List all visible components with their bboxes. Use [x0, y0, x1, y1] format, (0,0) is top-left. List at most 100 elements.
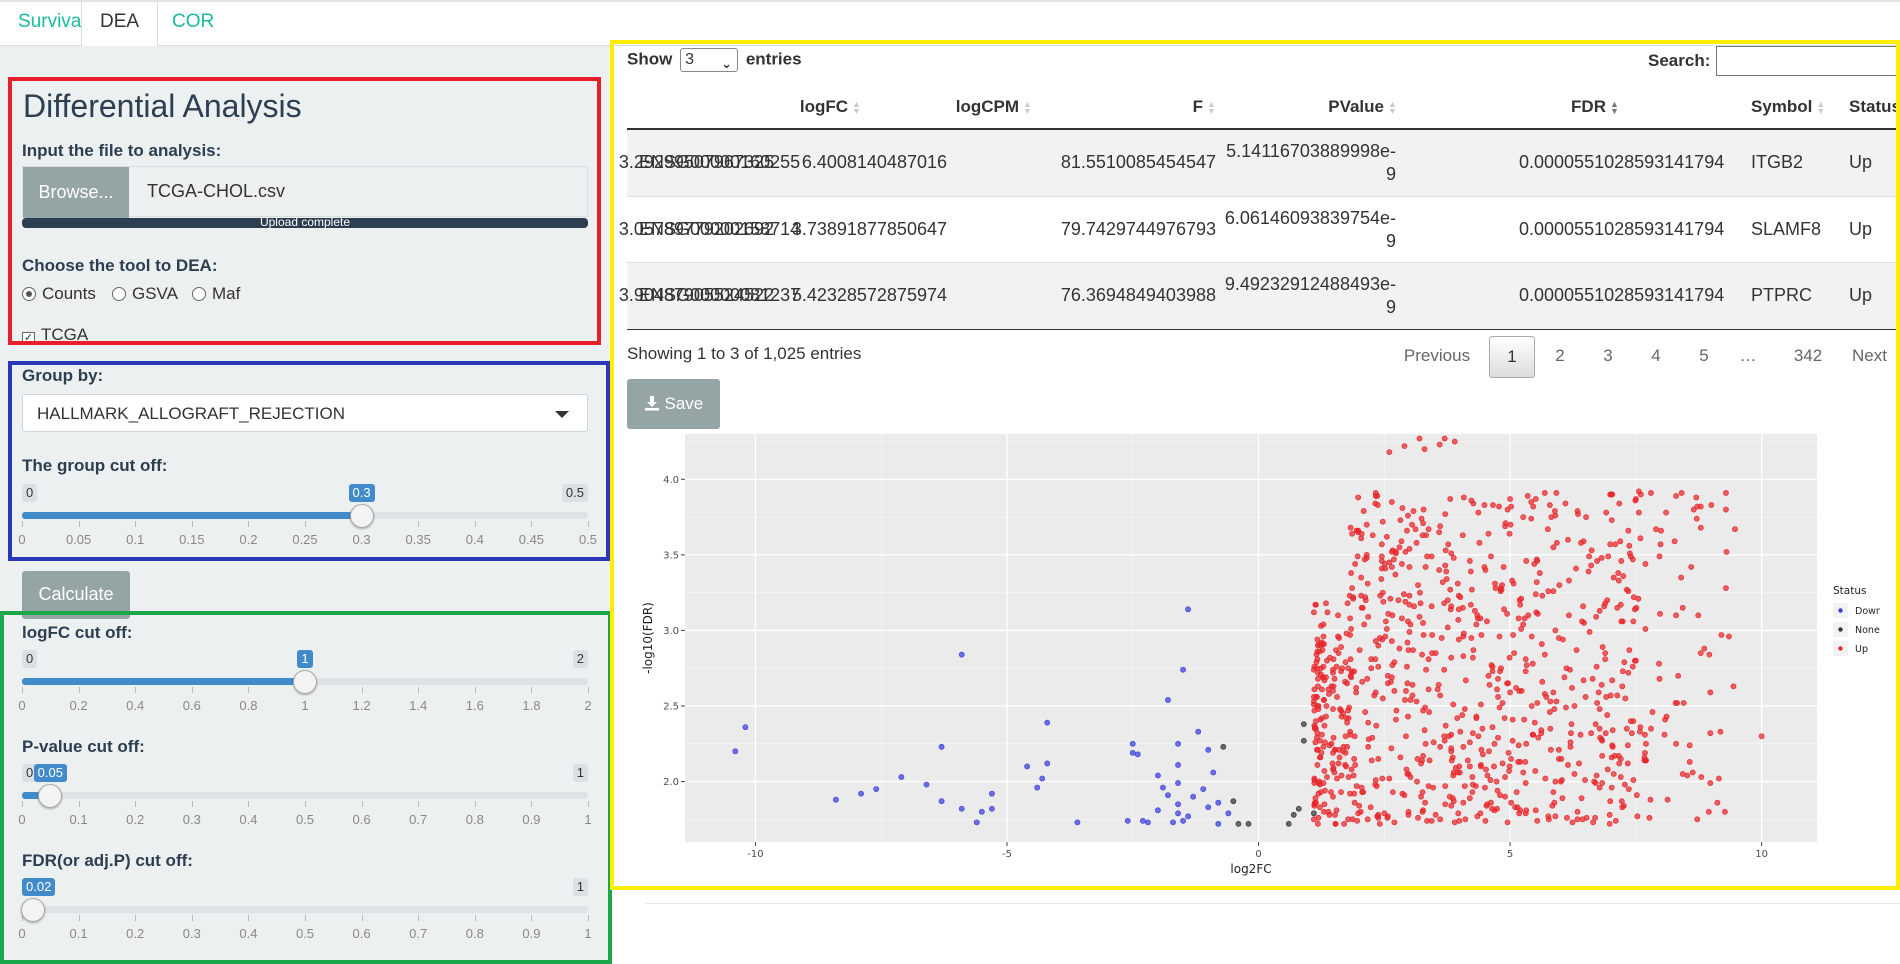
data-point-up — [1446, 793, 1453, 800]
data-point-up — [1646, 814, 1653, 821]
data-point-up — [1361, 621, 1368, 628]
data-point-up — [1615, 752, 1622, 759]
data-point-up — [1605, 553, 1612, 560]
data-point-up — [1353, 527, 1360, 534]
browse-button[interactable]: Browse... — [23, 167, 129, 218]
data-point-up — [1347, 615, 1354, 622]
data-point-up — [1516, 687, 1523, 694]
group-by-select[interactable]: HALLMARK_ALLOGRAFT_REJECTION — [22, 394, 588, 432]
slider-tick-label: 0.4 — [239, 926, 258, 941]
data-point-up — [1497, 588, 1504, 595]
data-point-down — [1160, 784, 1166, 791]
col-header-fdr[interactable]: FDR ▲ ▼ — [1571, 97, 1619, 117]
data-point-up — [1410, 508, 1417, 514]
data-point-up — [1528, 703, 1535, 709]
col-header-status[interactable]: Status — [1849, 97, 1900, 117]
data-point-up — [1413, 698, 1420, 705]
slider-handle[interactable] — [21, 898, 46, 922]
pager-page-4[interactable]: 4 — [1636, 336, 1676, 378]
col-header-symbol[interactable]: Symbol ▲ ▼ — [1751, 97, 1825, 117]
slider-handle[interactable] — [349, 504, 374, 528]
cell-logcpm: 6.4008140487016 — [801, 152, 947, 172]
data-point-up — [1603, 694, 1610, 700]
col-header-logfc[interactable]: logFC ▲ ▼ — [800, 97, 861, 117]
data-point-up — [1524, 493, 1531, 499]
data-point-up — [1538, 641, 1545, 647]
pager-previous[interactable]: Previous — [1392, 336, 1482, 378]
save-button[interactable]: Save — [627, 379, 720, 429]
data-point-up — [1450, 798, 1457, 805]
search-input[interactable] — [1716, 46, 1900, 76]
data-point-up — [1606, 811, 1613, 818]
data-point-up — [1364, 675, 1371, 682]
radio-maf[interactable]: Maf — [192, 284, 240, 304]
table-row[interactable]: ENSG00000081237 3.90487905524522 5.42328… — [619, 263, 1900, 330]
pager-page-342[interactable]: 342 — [1780, 336, 1836, 378]
slider-tick-label: 0.6 — [182, 698, 201, 713]
logfc-cutoff-slider[interactable]: 0 2 1 0 0.2 0.4 0.6 0.8 1 1.2 1.4 1.6 1.8 2 — [18, 650, 592, 720]
tab-dea[interactable]: DEA — [81, 2, 159, 47]
group-cutoff-slider[interactable]: 0 0.5 0.3 0 0.05 0.1 0.15 0.2 0.25 0.3 0.35 0.4 0.45… — [18, 484, 597, 554]
data-point-up — [1412, 526, 1419, 533]
data-point-up — [1372, 493, 1379, 499]
tab-bar: Survival DEA COR — [0, 2, 1900, 47]
radio-unchecked-icon — [112, 287, 126, 301]
slider-handle[interactable] — [293, 670, 317, 694]
slider-value-label: 0.3 — [348, 484, 375, 502]
data-point-up — [1426, 709, 1433, 715]
data-point-up — [1506, 654, 1513, 661]
pager-page-2[interactable]: 2 — [1540, 336, 1580, 378]
slider-tick-label: 0 — [18, 926, 26, 941]
fdr-cutoff-slider[interactable]: 0 1 0.02 0 0.1 0.2 0.3 0.4 0.5 0.6 0.7 0.8 0.9 1 — [18, 878, 592, 948]
plot-panel — [685, 434, 1817, 842]
data-point-up — [1707, 730, 1714, 737]
cell-logfc: 3.05789779202692 — [618, 219, 774, 239]
file-input[interactable]: Browse... TCGA-CHOL.csv — [22, 166, 588, 218]
data-point-up — [1599, 780, 1606, 786]
slider-tick-mark — [248, 801, 250, 807]
calculate-button[interactable]: Calculate — [22, 571, 130, 619]
data-point-up — [1392, 716, 1399, 723]
data-point-up — [1656, 660, 1662, 667]
data-point-up — [1586, 553, 1592, 560]
data-point-up — [1341, 820, 1347, 827]
page-length-select[interactable]: 3 ⌄ — [680, 48, 739, 72]
data-point-up — [1466, 739, 1473, 746]
pvalue-cutoff-slider[interactable]: 0 1 0.05 0 0.1 0.2 0.3 0.4 0.5 0.6 0.7 0.8 0.9 1 — [18, 764, 592, 834]
tcga-checkbox[interactable]: ✓ TCGA — [22, 325, 88, 345]
data-point-none — [1290, 811, 1297, 818]
table-row[interactable]: ENSG00000160255 3.29299507967325 6.40081… — [619, 130, 1900, 197]
data-point-up — [1368, 757, 1375, 764]
x-tick-label: 10 — [1755, 849, 1768, 860]
slider-handle[interactable] — [38, 784, 63, 808]
col-header-logcpm[interactable]: logCPM ▲ ▼ — [956, 97, 1032, 117]
col-header-pvalue[interactable]: PValue ▲ ▼ — [1328, 97, 1397, 117]
slider-tick-mark — [531, 801, 533, 807]
data-point-up — [1596, 725, 1603, 732]
data-point-up — [1316, 780, 1322, 786]
pager-next[interactable]: Next — [1852, 336, 1900, 378]
slider-track[interactable] — [22, 906, 588, 913]
data-point-up — [1404, 527, 1410, 534]
data-point-up — [1460, 799, 1467, 806]
col-header-f[interactable]: F ▲ ▼ — [1193, 97, 1216, 117]
pager-page-1[interactable]: 1 — [1489, 336, 1535, 378]
radio-gsva[interactable]: GSVA — [112, 284, 178, 304]
table-row[interactable]: ENSG00000158714 3.05789779202692 3.73891… — [619, 197, 1900, 263]
data-point-up — [1522, 656, 1529, 663]
data-point-up — [1615, 577, 1622, 584]
slider-track[interactable] — [22, 792, 588, 799]
data-point-up — [1602, 730, 1609, 737]
pager-page-3[interactable]: 3 — [1588, 336, 1628, 378]
pager-page-5[interactable]: 5 — [1684, 336, 1724, 378]
radio-counts[interactable]: Counts — [22, 284, 96, 304]
slider-min-label: 0 — [22, 484, 38, 502]
tab-cor[interactable]: COR — [154, 2, 232, 46]
data-point-up — [1342, 678, 1348, 685]
data-point-up — [1697, 524, 1704, 531]
data-point-up — [1324, 657, 1330, 664]
data-point-up — [1595, 689, 1602, 696]
data-point-up — [1365, 736, 1372, 743]
data-point-up — [1723, 548, 1730, 555]
slider-tick-mark — [418, 915, 420, 921]
